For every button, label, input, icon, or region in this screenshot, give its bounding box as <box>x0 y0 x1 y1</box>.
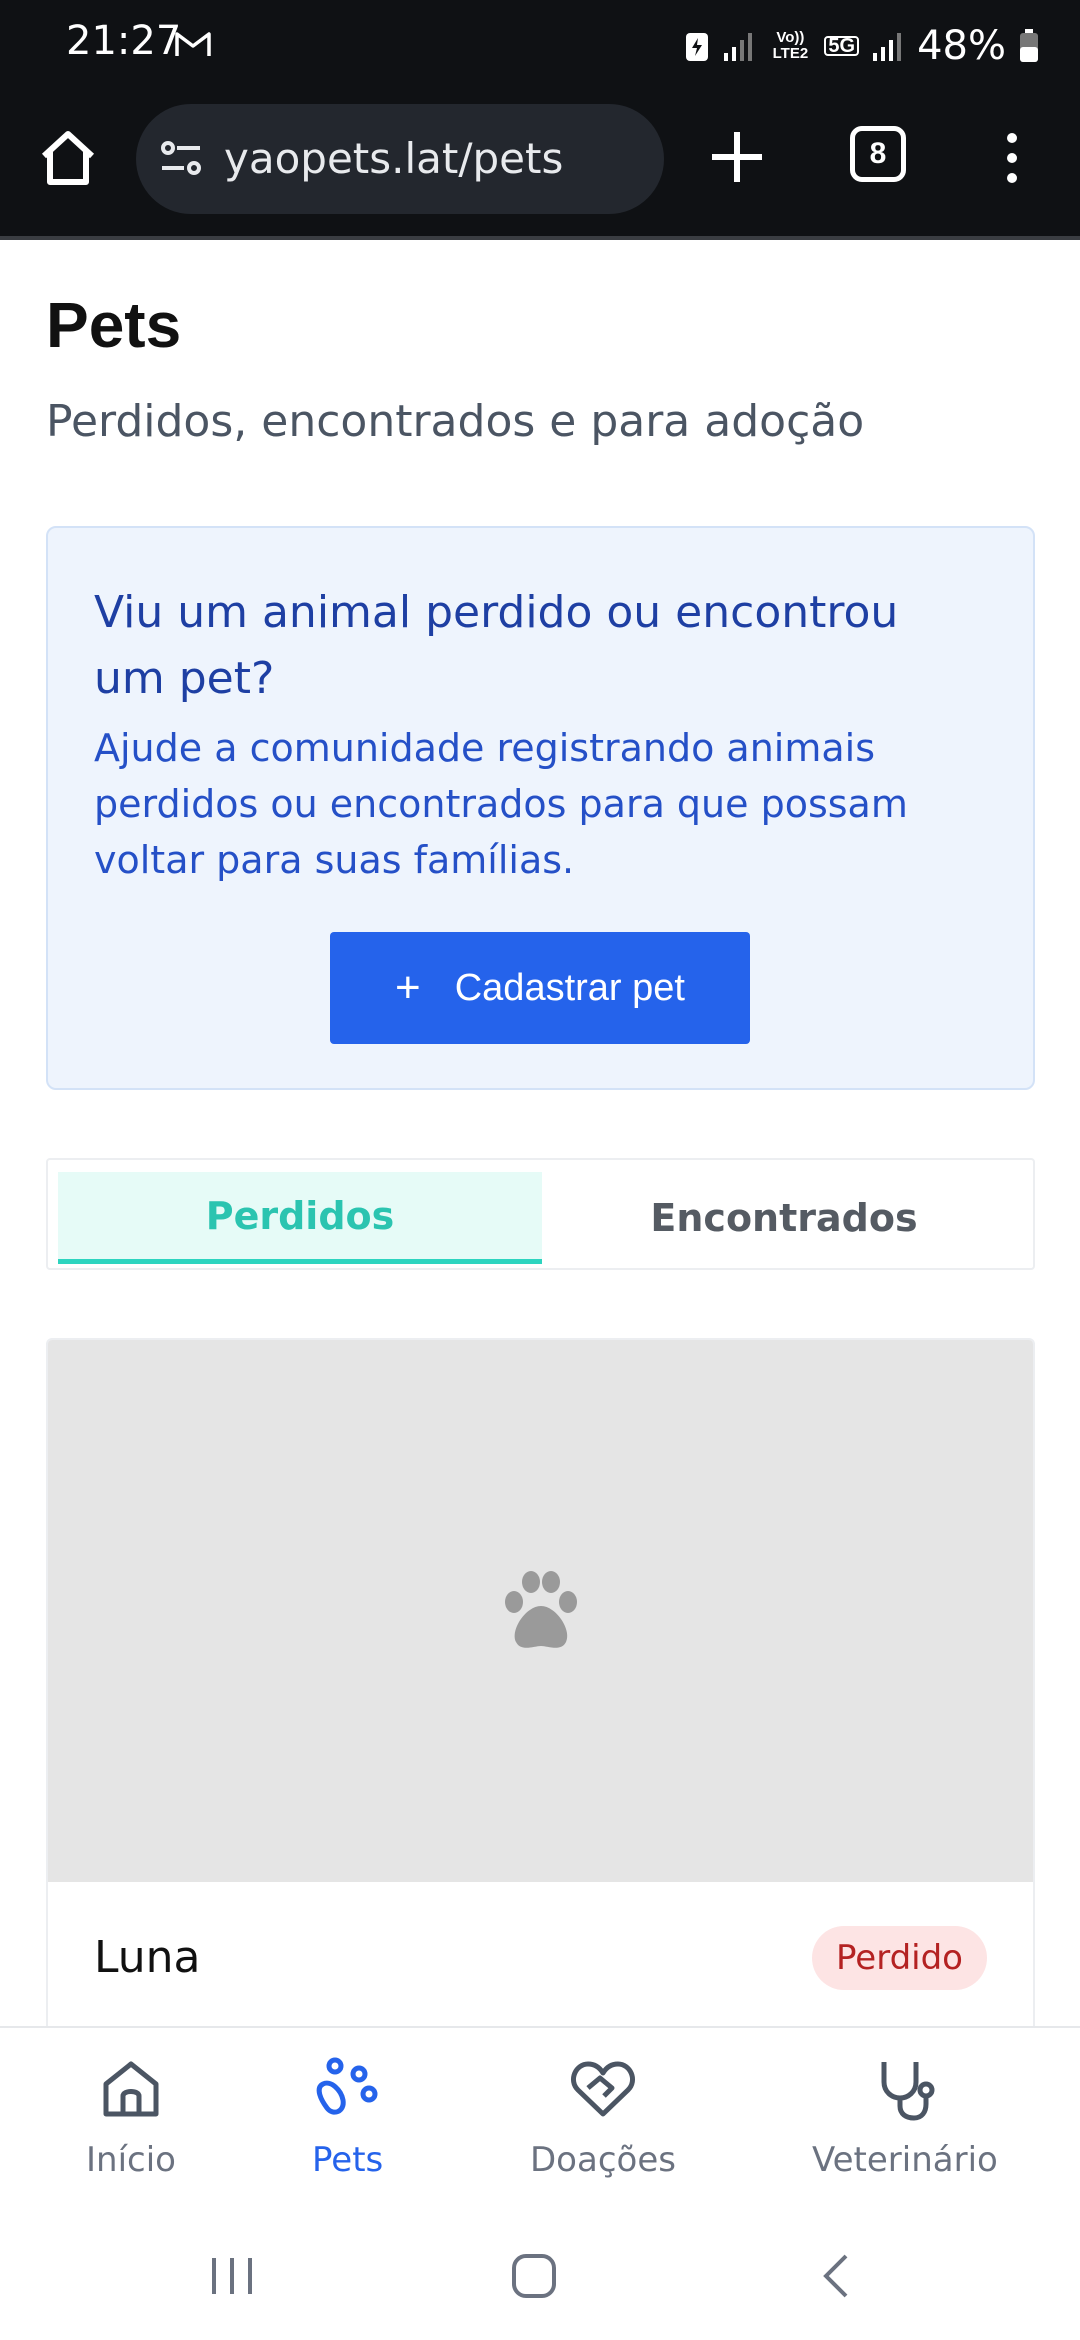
pet-status-badge: Perdido <box>811 1926 987 1990</box>
browser-toolbar: yaopets.lat/pets 8 <box>0 90 1080 240</box>
volte-indicator: Vo)) LTE2 <box>772 29 809 62</box>
page-title: Pets <box>46 289 182 361</box>
plus-icon: + <box>395 963 421 1012</box>
new-tab-icon[interactable] <box>706 126 768 188</box>
pet-photo-placeholder <box>48 1340 1033 1882</box>
address-bar[interactable]: yaopets.lat/pets <box>136 104 664 214</box>
nav-item-pets[interactable]: Pets <box>312 2054 383 2180</box>
pet-status-tabs: Perdidos Encontrados <box>46 1158 1035 1270</box>
pet-name: Luna <box>94 1932 201 1983</box>
pet-card[interactable]: Luna Perdido <box>46 1338 1035 2058</box>
nav-item-donations[interactable]: Doações <box>530 2054 676 2180</box>
url-text[interactable]: yaopets.lat/pets <box>224 134 563 183</box>
bottom-navigation: Início Pets Doações Veterinário <box>0 2026 1080 2214</box>
more-options-icon[interactable] <box>994 130 1030 186</box>
site-settings-icon[interactable] <box>158 134 206 182</box>
status-indicators: Vo)) LTE2 5G 48% <box>684 18 1040 74</box>
report-pet-card: Viu um animal perdido ou encontrou um pe… <box>46 526 1035 1090</box>
home-button-icon[interactable] <box>510 2252 558 2300</box>
register-pet-button[interactable]: + Cadastrar pet <box>330 932 750 1044</box>
signal-icon <box>724 33 753 61</box>
status-bar: 21:27 Vo)) LTE2 5G 48% <box>0 0 1080 90</box>
system-navigation-bar <box>0 2214 1080 2340</box>
recent-apps-icon[interactable] <box>208 2254 256 2298</box>
nav-item-veterinary[interactable]: Veterinário <box>812 2054 998 2180</box>
toolbar-divider <box>0 236 1080 240</box>
home-icon[interactable] <box>36 126 100 190</box>
tab-switcher-button[interactable]: 8 <box>850 126 906 182</box>
battery-percent: 48% <box>917 23 1006 69</box>
battery-icon <box>1020 29 1038 62</box>
stethoscope-icon <box>881 2062 935 2121</box>
status-time: 21:27 <box>66 18 182 64</box>
nav-label-donations: Doações <box>530 2140 676 2180</box>
signal-icon-2 <box>873 33 902 61</box>
gmail-icon <box>175 32 211 56</box>
report-card-title: Viu um animal perdido ou encontrou um pe… <box>94 587 899 704</box>
paw-icon <box>316 2057 378 2115</box>
battery-saver-icon <box>686 33 709 61</box>
nav-item-home[interactable]: Início <box>86 2054 176 2180</box>
nav-label-pets: Pets <box>312 2140 384 2180</box>
nav-label-home: Início <box>86 2140 176 2180</box>
page-subtitle: Perdidos, encontrados e para adoção <box>46 396 865 447</box>
home-icon <box>103 2061 159 2117</box>
register-pet-label: Cadastrar pet <box>454 966 685 1009</box>
tab-lost[interactable]: Perdidos <box>58 1172 542 1264</box>
heart-handshake-icon <box>571 2061 635 2117</box>
back-icon[interactable] <box>818 2252 854 2300</box>
tab-found[interactable]: Encontrados <box>542 1172 1026 1264</box>
paw-icon <box>505 1571 577 1648</box>
report-card-body: Ajude a comunidade registrando animais p… <box>94 726 908 882</box>
network-5g-indicator: 5G <box>824 36 860 56</box>
nav-label-veterinary: Veterinário <box>812 2140 998 2180</box>
